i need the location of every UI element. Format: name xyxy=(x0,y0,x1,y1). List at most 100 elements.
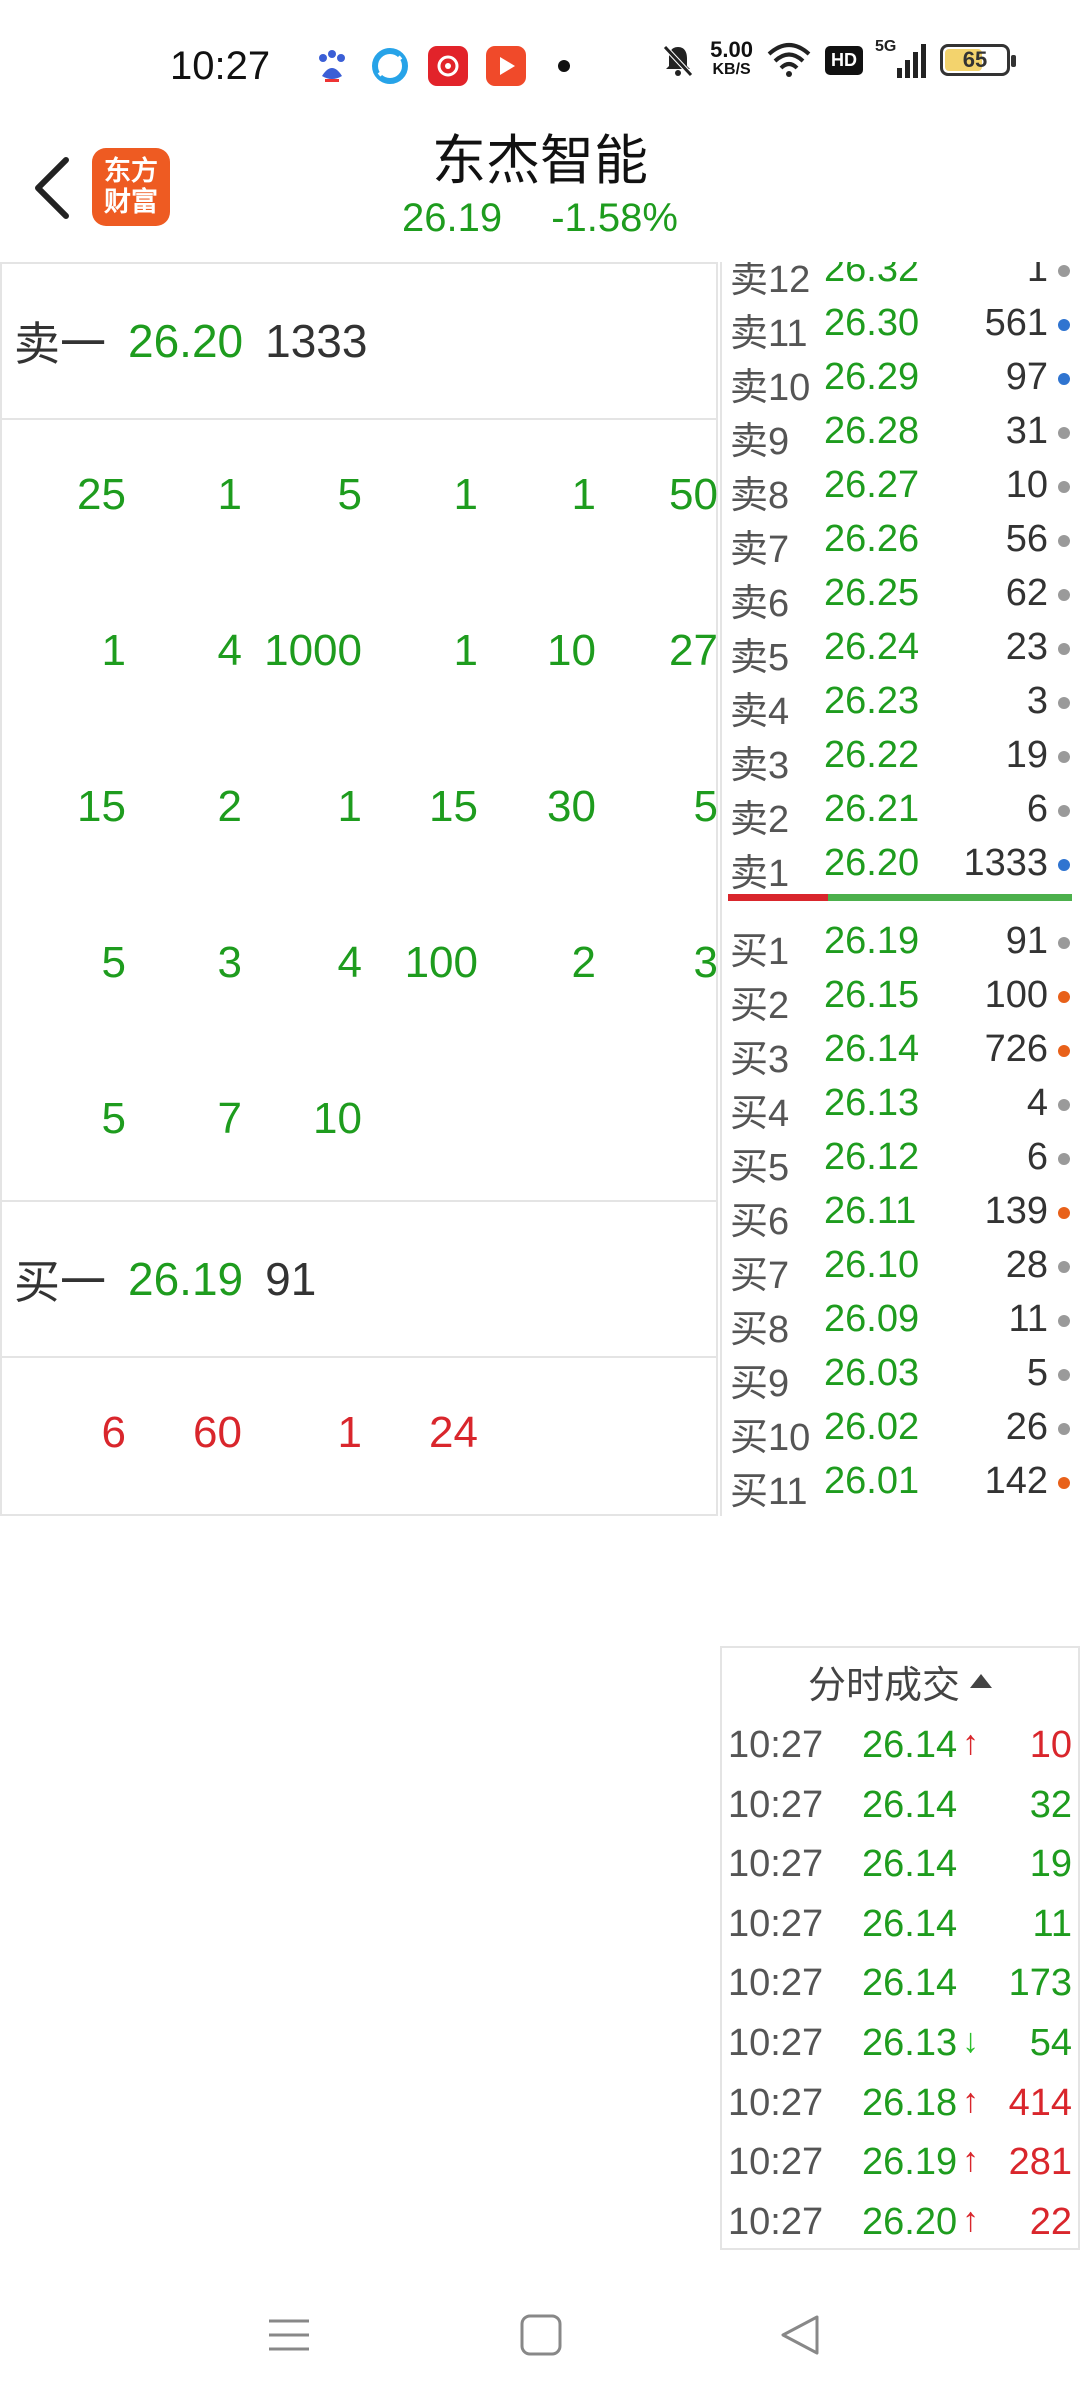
order-marker-dot-icon xyxy=(1058,1369,1070,1381)
ask-level-price: 26.22 xyxy=(824,734,920,776)
queue-order-size: 7 xyxy=(217,1094,242,1143)
time-and-sales-toggle[interactable]: 分时成交 xyxy=(722,1648,1078,1714)
ask-level-row[interactable]: 卖4 26.23 3 xyxy=(722,672,1080,733)
order-marker-dot-icon xyxy=(1058,991,1070,1003)
queue-order-size: 10 xyxy=(313,1094,362,1143)
buy1-volume: 91 xyxy=(265,1253,317,1305)
bid-level-price: 26.00 xyxy=(824,1514,919,1516)
up-arrow-icon: ↑ xyxy=(962,2141,979,2180)
bid-level-row[interactable]: 买9 26.03 5 xyxy=(722,1344,1080,1405)
menu-icon xyxy=(269,2319,309,2351)
tick-row: 10:27 26.18 ↑ 414 xyxy=(722,2072,1078,2132)
ask-level-row[interactable]: 卖6 26.25 62 xyxy=(722,564,1080,625)
order-marker-dot-icon xyxy=(1058,643,1070,655)
ask-level-row[interactable]: 卖7 26.26 56 xyxy=(722,510,1080,571)
queue-order-size: 3 xyxy=(217,938,242,987)
bid-level-row[interactable]: 买10 26.02 26 xyxy=(722,1398,1080,1459)
ask-level-row[interactable]: 卖2 26.21 6 xyxy=(722,780,1080,841)
order-marker-dot-icon xyxy=(1058,1207,1070,1219)
tick-price: 26.14 xyxy=(862,1962,958,2005)
queue-row: 5 3 4 100 2 3 xyxy=(2,888,718,1044)
stock-name: 东杰智能 xyxy=(432,131,648,191)
ask-level-volume: 561 xyxy=(984,302,1048,344)
tick-time: 10:27 xyxy=(728,1962,824,2005)
bid-level-row[interactable]: 买12 26.00 192 xyxy=(722,1506,1080,1516)
bid-level-row[interactable]: 买7 26.10 28 xyxy=(722,1236,1080,1297)
dot-icon xyxy=(558,60,570,72)
queue-order-size: 1 xyxy=(453,470,478,519)
tick-price: 26.14 xyxy=(862,1843,958,1886)
ask-level-label: 卖1 xyxy=(730,853,790,895)
ask-level-row[interactable]: 卖3 26.22 19 xyxy=(722,726,1080,787)
sell1-order-queue: 25 1 5 1 1 50 1 4 1000 1 10 27 15 2 1 15 30 5 5 3 4 100 2 3 5 7 10 xyxy=(2,420,718,1202)
ask-level-price: 26.30 xyxy=(824,302,920,344)
queue-row: 5 7 10 xyxy=(2,1044,716,1200)
bid-level-row[interactable]: 买11 26.01 142 xyxy=(722,1452,1080,1513)
price-change: -1.58% xyxy=(551,196,678,240)
ask-level-row[interactable]: 卖10 26.29 97 xyxy=(722,348,1080,409)
ask-level-row[interactable]: 卖9 26.28 31 xyxy=(722,402,1080,463)
ask-level-price: 26.20 xyxy=(824,842,920,884)
queue-order-size: 3 xyxy=(693,938,718,987)
bid-level-price: 26.19 xyxy=(824,920,920,962)
bid-level-row[interactable]: 买1 26.19 91 xyxy=(722,912,1080,973)
bid-level-row[interactable]: 买4 26.13 4 xyxy=(722,1074,1080,1135)
bid-level-row[interactable]: 买5 26.12 6 xyxy=(722,1128,1080,1189)
tick-time: 10:27 xyxy=(728,1902,824,1945)
order-marker-dot-icon xyxy=(1058,589,1070,601)
bid-level-volume: 91 xyxy=(1005,920,1048,962)
browser-app-icon xyxy=(370,46,410,86)
order-marker-dot-icon xyxy=(1058,265,1070,277)
ask-level-volume: 10 xyxy=(1005,464,1048,506)
recent-apps-button[interactable] xyxy=(254,2300,324,2370)
queue-order-size: 1 xyxy=(217,470,242,519)
time-and-sales-panel: 分时成交 10:27 26.14 ↑ 10 10:27 26.14 32 10:27 26.14… xyxy=(720,1646,1080,2250)
collapse-up-icon xyxy=(970,1674,992,1688)
queue-order-size: 2 xyxy=(571,938,596,987)
ask-level-row[interactable]: 卖5 26.24 23 xyxy=(722,618,1080,679)
ask-level-row[interactable]: 卖12 26.32 1 xyxy=(722,262,1080,301)
bid-level-row[interactable]: 买6 26.11 139 xyxy=(722,1182,1080,1243)
bid-level-row[interactable]: 买8 26.09 11 xyxy=(722,1290,1080,1351)
tick-time: 10:27 xyxy=(728,2021,824,2064)
tick-row: 10:27 26.13 ↓ 54 xyxy=(722,2012,1078,2072)
tick-time: 10:27 xyxy=(728,1783,824,1826)
queue-order-size: 1000 xyxy=(264,626,362,675)
ask-level-price: 26.25 xyxy=(824,572,920,614)
order-book-panel[interactable]: 卖12 26.32 1 卖11 26.30 561 卖10 26.29 97 卖9 26.28 31 卖… xyxy=(720,262,1080,1516)
tick-row: 10:27 26.14 32 xyxy=(722,1774,1078,1834)
bid-level-price: 26.15 xyxy=(824,974,920,1016)
back-nav-button[interactable] xyxy=(764,2300,834,2370)
bid-level-volume: 100 xyxy=(984,974,1048,1016)
sell1-summary: 卖一 26.20 1333 xyxy=(2,264,716,420)
down-arrow-icon: ↓ xyxy=(962,2021,979,2060)
tick-time: 10:27 xyxy=(728,1843,824,1886)
home-button[interactable] xyxy=(506,2300,576,2370)
tick-price: 26.13 xyxy=(862,2021,958,2064)
ask-level-volume: 97 xyxy=(1005,356,1048,398)
bid-level-volume: 139 xyxy=(984,1190,1048,1232)
ask-level-row[interactable]: 卖11 26.30 561 xyxy=(722,294,1080,355)
queue-order-size: 24 xyxy=(429,1408,478,1457)
tick-row: 10:27 26.14 173 xyxy=(722,1952,1078,2012)
queue-order-size: 1 xyxy=(337,1408,362,1457)
queue-order-size: 10 xyxy=(547,626,596,675)
order-marker-dot-icon xyxy=(1058,1045,1070,1057)
tick-volume: 19 xyxy=(1029,1843,1072,1886)
bid-level-row[interactable]: 买3 26.14 726 xyxy=(722,1020,1080,1081)
bid-level-price: 26.11 xyxy=(824,1190,917,1232)
queue-order-size: 25 xyxy=(77,470,126,519)
bid-level-volume: 28 xyxy=(1005,1244,1048,1286)
queue-order-size: 5 xyxy=(693,782,718,831)
bid-level-volume: 26 xyxy=(1005,1406,1048,1448)
system-nav-bar xyxy=(0,2270,1080,2400)
bid-level-price: 26.10 xyxy=(824,1244,920,1286)
bid-level-volume: 6 xyxy=(1026,1136,1048,1178)
ask-level-row[interactable]: 卖8 26.27 10 xyxy=(722,456,1080,517)
tick-volume: 414 xyxy=(1008,2081,1072,2124)
bid-level-row[interactable]: 买2 26.15 100 xyxy=(722,966,1080,1027)
bid-level-price: 26.12 xyxy=(824,1136,920,1178)
ask-level-row[interactable]: 卖1 26.20 1333 xyxy=(722,834,1080,895)
buy1-label: 买一 xyxy=(14,1256,106,1308)
time-and-sales-title: 分时成交 xyxy=(807,1664,960,1707)
